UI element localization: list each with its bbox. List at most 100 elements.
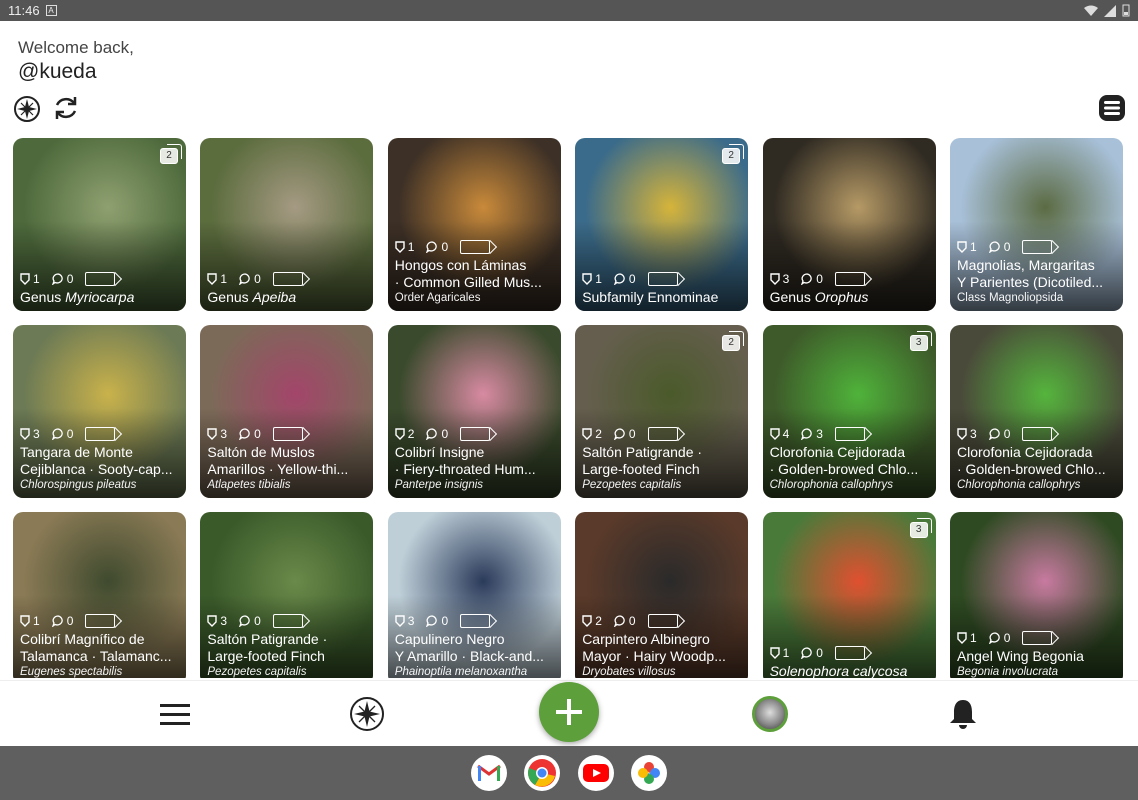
observation-title-line2: Large-footed Finch xyxy=(207,648,325,664)
status-bar: 11:46 A xyxy=(0,0,1138,21)
title-text: Magnolias, Margaritas xyxy=(957,257,1095,273)
identification-icon xyxy=(957,428,967,440)
observation-card[interactable]: 3 0 Clorofonia Cejidorada · Golden-browed C… xyxy=(950,325,1123,498)
observation-card[interactable]: 3 1 0 Solenophora calycosa xyxy=(762,512,936,678)
observation-card[interactable]: 1 0 Colibrí Magnífico de Talamanca · Talama… xyxy=(13,512,186,678)
identification-count: 3 xyxy=(970,427,977,441)
agree-id-icon[interactable] xyxy=(272,614,303,628)
observation-subtitle: Chlorophonia callophrys xyxy=(769,479,893,491)
comment-count: 0 xyxy=(254,427,261,441)
agree-id-icon[interactable] xyxy=(272,427,303,441)
youtube-app[interactable] xyxy=(578,755,614,791)
title-text: Genus xyxy=(769,289,815,305)
add-id-icon[interactable] xyxy=(1022,240,1053,254)
layout-toggle-button[interactable] xyxy=(1097,93,1127,123)
observation-title: Carpintero Albinegro xyxy=(582,631,742,648)
observation-card[interactable]: 3 4 3 Clorofonia Cejidorada · Golden-browed … xyxy=(762,325,936,498)
sync-button[interactable] xyxy=(51,93,81,123)
observation-card[interactable]: 3 0 Saltón de Muslos Amarillos · Yellow-thi… xyxy=(200,325,374,498)
comment-icon xyxy=(988,632,1000,644)
observation-stats: 10 xyxy=(769,646,930,660)
chrome-app[interactable] xyxy=(524,755,560,791)
add-id-icon[interactable] xyxy=(834,646,865,660)
observation-title-line2: Amarillos · Yellow-thi... xyxy=(207,461,349,477)
comment-count: 0 xyxy=(1003,240,1011,254)
identification-count: 2 xyxy=(595,427,602,441)
battery-icon xyxy=(1122,4,1130,17)
agree-id-icon[interactable] xyxy=(460,614,491,628)
observation-title: Genus Orophus xyxy=(770,289,930,306)
title-text: Colibrí Insigne xyxy=(394,444,485,460)
add-id-icon[interactable] xyxy=(1022,631,1053,645)
observation-title-line2: Y Parientes (Dicotiled... xyxy=(957,274,1104,290)
menu-button[interactable] xyxy=(150,681,200,747)
agree-id-icon[interactable] xyxy=(85,427,116,441)
observation-card[interactable]: 1 0 Hongos con Láminas · Common Gilled Mus.… xyxy=(387,138,561,311)
observation-card[interactable]: 2 1 0 Genus Myriocarpa xyxy=(13,138,186,311)
comment-count: 0 xyxy=(441,614,449,628)
profile-button[interactable] xyxy=(745,681,795,747)
observation-stats: 43 xyxy=(769,427,930,441)
agree-id-icon[interactable] xyxy=(647,427,678,441)
title-text: Saltón Patigrande · xyxy=(207,631,328,647)
identification-icon xyxy=(769,273,780,285)
identification-icon xyxy=(20,428,30,440)
observation-title: Subfamily Ennominae xyxy=(582,289,742,306)
observation-stats: 30 xyxy=(957,427,1117,441)
observation-title-line2: Y Amarillo · Black-and... xyxy=(394,648,544,664)
comment-count: 0 xyxy=(628,272,636,286)
add-id-icon[interactable] xyxy=(85,614,116,628)
taskbar xyxy=(0,746,1138,800)
observation-card[interactable]: 3 0 Saltón Patigrande · Large-footed Finch P… xyxy=(200,512,374,678)
observation-title: Solenophora calycosa xyxy=(770,663,930,678)
observation-card[interactable]: 1 0 Magnolias, Margaritas Y Parientes (Dico… xyxy=(950,138,1123,311)
observation-card[interactable]: 3 0 Genus Orophus xyxy=(762,138,936,311)
agree-id-icon[interactable] xyxy=(1022,427,1053,441)
observation-card[interactable]: 3 0 Capulinero Negro Y Amarillo · Black-and… xyxy=(387,512,561,678)
observation-stats: 10 xyxy=(20,272,180,286)
observation-info: 2 0 Saltón Patigrande · Large-footed Finch P… xyxy=(582,427,742,493)
add-id-icon[interactable] xyxy=(272,272,303,286)
observation-info: 2 0 Carpintero Albinegro Mayor · Hairy Wood… xyxy=(582,614,742,678)
identification-count: 3 xyxy=(33,427,40,441)
comment-icon xyxy=(988,241,1000,253)
notification-icon: A xyxy=(45,5,57,16)
notifications-button[interactable] xyxy=(938,681,988,747)
agree-id-icon[interactable] xyxy=(460,427,491,441)
explore-nav-button[interactable] xyxy=(342,681,392,747)
welcome-header: Welcome back, @kueda xyxy=(18,38,134,84)
add-id-icon[interactable] xyxy=(85,272,116,286)
comment-icon xyxy=(239,428,250,440)
observation-title: Genus Myriocarpa xyxy=(20,289,180,306)
observation-card[interactable]: 2 0 Colibrí Insigne · Fiery-throated Hum...… xyxy=(387,325,561,498)
add-id-icon[interactable] xyxy=(834,272,865,286)
gmail-app[interactable] xyxy=(471,755,507,791)
observation-card[interactable]: 1 0 Angel Wing Begonia Begonia involucrata xyxy=(950,512,1123,678)
observation-card[interactable]: 2 1 0 Subfamily Ennominae xyxy=(575,138,749,311)
observation-subtitle: Pezopetes capitalis xyxy=(582,479,682,491)
title-text: Genus xyxy=(207,289,253,305)
observation-card[interactable]: 2 0 Carpintero Albinegro Mayor · Hairy Wood… xyxy=(575,512,749,678)
comment-count: 0 xyxy=(441,240,449,254)
observation-card[interactable]: 3 0 Tangara de Monte Cejiblanca · Sooty-cap… xyxy=(13,325,186,498)
add-observation-button[interactable] xyxy=(539,682,599,742)
agree-id-icon[interactable] xyxy=(647,614,678,628)
comment-icon xyxy=(613,428,625,440)
observation-title-line2: · Fiery-throated Hum... xyxy=(394,461,536,477)
observation-stats: 30 xyxy=(395,614,555,628)
explore-button[interactable] xyxy=(12,94,42,124)
add-id-icon[interactable] xyxy=(647,272,678,286)
add-id-icon[interactable] xyxy=(460,240,491,254)
observation-info: 1 0 Hongos con Láminas · Common Gilled Mus.… xyxy=(395,240,555,306)
observation-card[interactable]: 1 0 Genus Apeiba xyxy=(200,138,374,311)
identification-count: 1 xyxy=(595,272,602,286)
observation-card[interactable]: 2 2 0 Saltón Patigrande · Large-footed Finch… xyxy=(575,325,749,498)
observation-subtitle: Class Magnoliopsida xyxy=(957,292,1064,304)
observation-info: 1 0 Subfamily Ennominae xyxy=(582,272,742,306)
comment-count: 0 xyxy=(816,272,823,286)
observation-title-line2: Cejiblanca · Sooty-cap... xyxy=(20,461,173,477)
agree-id-icon[interactable] xyxy=(834,427,865,441)
photos-app[interactable] xyxy=(631,755,667,791)
observation-subtitle: Eugenes spectabilis xyxy=(20,666,123,678)
identification-icon xyxy=(395,428,405,440)
